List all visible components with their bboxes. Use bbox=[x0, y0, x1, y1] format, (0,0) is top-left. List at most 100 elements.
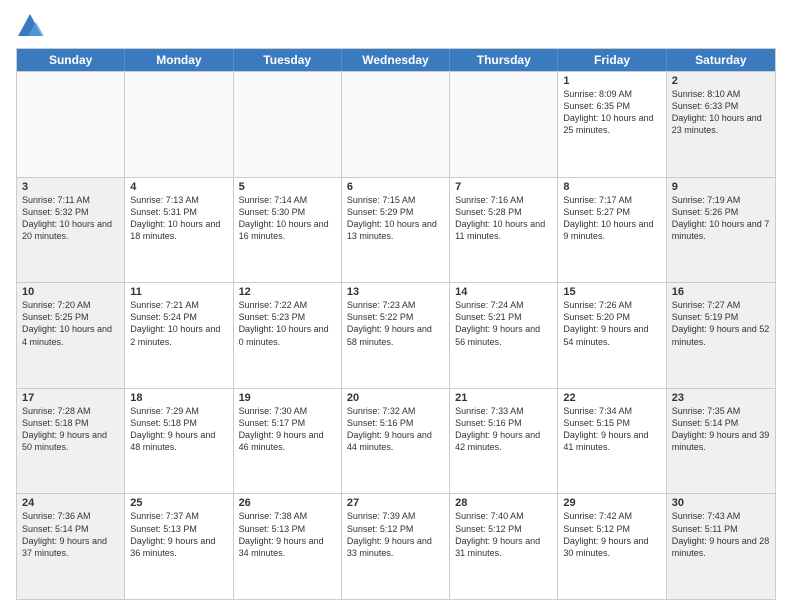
day-number: 20 bbox=[347, 392, 444, 404]
day-number: 5 bbox=[239, 181, 336, 193]
day-info: Sunrise: 7:15 AMSunset: 5:29 PMDaylight:… bbox=[347, 194, 444, 243]
calendar-header: SundayMondayTuesdayWednesdayThursdayFrid… bbox=[17, 49, 775, 71]
logo bbox=[16, 12, 48, 40]
day-info: Sunrise: 7:26 AMSunset: 5:20 PMDaylight:… bbox=[563, 299, 660, 348]
header-cell-tuesday: Tuesday bbox=[234, 49, 342, 71]
day-info: Sunrise: 8:09 AMSunset: 6:35 PMDaylight:… bbox=[563, 88, 660, 137]
day-number: 24 bbox=[22, 497, 119, 509]
day-cell-24: 24Sunrise: 7:36 AMSunset: 5:14 PMDayligh… bbox=[17, 494, 125, 599]
day-info: Sunrise: 7:43 AMSunset: 5:11 PMDaylight:… bbox=[672, 510, 770, 559]
day-cell-11: 11Sunrise: 7:21 AMSunset: 5:24 PMDayligh… bbox=[125, 283, 233, 388]
day-info: Sunrise: 8:10 AMSunset: 6:33 PMDaylight:… bbox=[672, 88, 770, 137]
header-cell-saturday: Saturday bbox=[667, 49, 775, 71]
day-info: Sunrise: 7:28 AMSunset: 5:18 PMDaylight:… bbox=[22, 405, 119, 454]
day-info: Sunrise: 7:40 AMSunset: 5:12 PMDaylight:… bbox=[455, 510, 552, 559]
day-number: 9 bbox=[672, 181, 770, 193]
day-cell-26: 26Sunrise: 7:38 AMSunset: 5:13 PMDayligh… bbox=[234, 494, 342, 599]
day-info: Sunrise: 7:38 AMSunset: 5:13 PMDaylight:… bbox=[239, 510, 336, 559]
day-info: Sunrise: 7:29 AMSunset: 5:18 PMDaylight:… bbox=[130, 405, 227, 454]
day-cell-6: 6Sunrise: 7:15 AMSunset: 5:29 PMDaylight… bbox=[342, 178, 450, 283]
week-row-3: 10Sunrise: 7:20 AMSunset: 5:25 PMDayligh… bbox=[17, 282, 775, 388]
day-cell-18: 18Sunrise: 7:29 AMSunset: 5:18 PMDayligh… bbox=[125, 389, 233, 494]
day-info: Sunrise: 7:23 AMSunset: 5:22 PMDaylight:… bbox=[347, 299, 444, 348]
day-cell-9: 9Sunrise: 7:19 AMSunset: 5:26 PMDaylight… bbox=[667, 178, 775, 283]
day-info: Sunrise: 7:42 AMSunset: 5:12 PMDaylight:… bbox=[563, 510, 660, 559]
day-number: 12 bbox=[239, 286, 336, 298]
day-info: Sunrise: 7:32 AMSunset: 5:16 PMDaylight:… bbox=[347, 405, 444, 454]
day-info: Sunrise: 7:19 AMSunset: 5:26 PMDaylight:… bbox=[672, 194, 770, 243]
day-info: Sunrise: 7:35 AMSunset: 5:14 PMDaylight:… bbox=[672, 405, 770, 454]
day-number: 28 bbox=[455, 497, 552, 509]
day-cell-25: 25Sunrise: 7:37 AMSunset: 5:13 PMDayligh… bbox=[125, 494, 233, 599]
day-cell-30: 30Sunrise: 7:43 AMSunset: 5:11 PMDayligh… bbox=[667, 494, 775, 599]
day-number: 26 bbox=[239, 497, 336, 509]
day-cell-23: 23Sunrise: 7:35 AMSunset: 5:14 PMDayligh… bbox=[667, 389, 775, 494]
header-cell-monday: Monday bbox=[125, 49, 233, 71]
logo-icon bbox=[16, 12, 44, 40]
header bbox=[16, 12, 776, 40]
day-number: 4 bbox=[130, 181, 227, 193]
day-cell-1: 1Sunrise: 8:09 AMSunset: 6:35 PMDaylight… bbox=[558, 72, 666, 177]
day-cell-29: 29Sunrise: 7:42 AMSunset: 5:12 PMDayligh… bbox=[558, 494, 666, 599]
day-info: Sunrise: 7:14 AMSunset: 5:30 PMDaylight:… bbox=[239, 194, 336, 243]
day-info: Sunrise: 7:13 AMSunset: 5:31 PMDaylight:… bbox=[130, 194, 227, 243]
day-cell-19: 19Sunrise: 7:30 AMSunset: 5:17 PMDayligh… bbox=[234, 389, 342, 494]
day-number: 14 bbox=[455, 286, 552, 298]
empty-cell bbox=[342, 72, 450, 177]
day-cell-10: 10Sunrise: 7:20 AMSunset: 5:25 PMDayligh… bbox=[17, 283, 125, 388]
day-cell-5: 5Sunrise: 7:14 AMSunset: 5:30 PMDaylight… bbox=[234, 178, 342, 283]
day-info: Sunrise: 7:30 AMSunset: 5:17 PMDaylight:… bbox=[239, 405, 336, 454]
empty-cell bbox=[450, 72, 558, 177]
day-cell-12: 12Sunrise: 7:22 AMSunset: 5:23 PMDayligh… bbox=[234, 283, 342, 388]
day-number: 3 bbox=[22, 181, 119, 193]
day-number: 10 bbox=[22, 286, 119, 298]
day-info: Sunrise: 7:27 AMSunset: 5:19 PMDaylight:… bbox=[672, 299, 770, 348]
day-cell-2: 2Sunrise: 8:10 AMSunset: 6:33 PMDaylight… bbox=[667, 72, 775, 177]
day-info: Sunrise: 7:39 AMSunset: 5:12 PMDaylight:… bbox=[347, 510, 444, 559]
week-row-2: 3Sunrise: 7:11 AMSunset: 5:32 PMDaylight… bbox=[17, 177, 775, 283]
calendar: SundayMondayTuesdayWednesdayThursdayFrid… bbox=[16, 48, 776, 600]
day-cell-8: 8Sunrise: 7:17 AMSunset: 5:27 PMDaylight… bbox=[558, 178, 666, 283]
day-info: Sunrise: 7:37 AMSunset: 5:13 PMDaylight:… bbox=[130, 510, 227, 559]
day-cell-15: 15Sunrise: 7:26 AMSunset: 5:20 PMDayligh… bbox=[558, 283, 666, 388]
day-cell-22: 22Sunrise: 7:34 AMSunset: 5:15 PMDayligh… bbox=[558, 389, 666, 494]
day-cell-17: 17Sunrise: 7:28 AMSunset: 5:18 PMDayligh… bbox=[17, 389, 125, 494]
calendar-body: 1Sunrise: 8:09 AMSunset: 6:35 PMDaylight… bbox=[17, 71, 775, 599]
day-info: Sunrise: 7:20 AMSunset: 5:25 PMDaylight:… bbox=[22, 299, 119, 348]
day-info: Sunrise: 7:11 AMSunset: 5:32 PMDaylight:… bbox=[22, 194, 119, 243]
header-cell-friday: Friday bbox=[558, 49, 666, 71]
day-number: 23 bbox=[672, 392, 770, 404]
day-cell-16: 16Sunrise: 7:27 AMSunset: 5:19 PMDayligh… bbox=[667, 283, 775, 388]
day-number: 2 bbox=[672, 75, 770, 87]
day-info: Sunrise: 7:21 AMSunset: 5:24 PMDaylight:… bbox=[130, 299, 227, 348]
day-number: 7 bbox=[455, 181, 552, 193]
day-number: 1 bbox=[563, 75, 660, 87]
day-cell-28: 28Sunrise: 7:40 AMSunset: 5:12 PMDayligh… bbox=[450, 494, 558, 599]
week-row-5: 24Sunrise: 7:36 AMSunset: 5:14 PMDayligh… bbox=[17, 493, 775, 599]
day-info: Sunrise: 7:22 AMSunset: 5:23 PMDaylight:… bbox=[239, 299, 336, 348]
day-number: 29 bbox=[563, 497, 660, 509]
header-cell-sunday: Sunday bbox=[17, 49, 125, 71]
day-info: Sunrise: 7:34 AMSunset: 5:15 PMDaylight:… bbox=[563, 405, 660, 454]
day-number: 30 bbox=[672, 497, 770, 509]
day-number: 21 bbox=[455, 392, 552, 404]
day-number: 8 bbox=[563, 181, 660, 193]
day-info: Sunrise: 7:17 AMSunset: 5:27 PMDaylight:… bbox=[563, 194, 660, 243]
header-cell-wednesday: Wednesday bbox=[342, 49, 450, 71]
day-number: 27 bbox=[347, 497, 444, 509]
week-row-4: 17Sunrise: 7:28 AMSunset: 5:18 PMDayligh… bbox=[17, 388, 775, 494]
day-cell-27: 27Sunrise: 7:39 AMSunset: 5:12 PMDayligh… bbox=[342, 494, 450, 599]
day-cell-13: 13Sunrise: 7:23 AMSunset: 5:22 PMDayligh… bbox=[342, 283, 450, 388]
day-info: Sunrise: 7:36 AMSunset: 5:14 PMDaylight:… bbox=[22, 510, 119, 559]
day-number: 15 bbox=[563, 286, 660, 298]
day-number: 11 bbox=[130, 286, 227, 298]
header-cell-thursday: Thursday bbox=[450, 49, 558, 71]
day-number: 25 bbox=[130, 497, 227, 509]
day-cell-4: 4Sunrise: 7:13 AMSunset: 5:31 PMDaylight… bbox=[125, 178, 233, 283]
day-number: 13 bbox=[347, 286, 444, 298]
day-number: 18 bbox=[130, 392, 227, 404]
day-number: 22 bbox=[563, 392, 660, 404]
day-cell-14: 14Sunrise: 7:24 AMSunset: 5:21 PMDayligh… bbox=[450, 283, 558, 388]
day-number: 19 bbox=[239, 392, 336, 404]
day-cell-3: 3Sunrise: 7:11 AMSunset: 5:32 PMDaylight… bbox=[17, 178, 125, 283]
